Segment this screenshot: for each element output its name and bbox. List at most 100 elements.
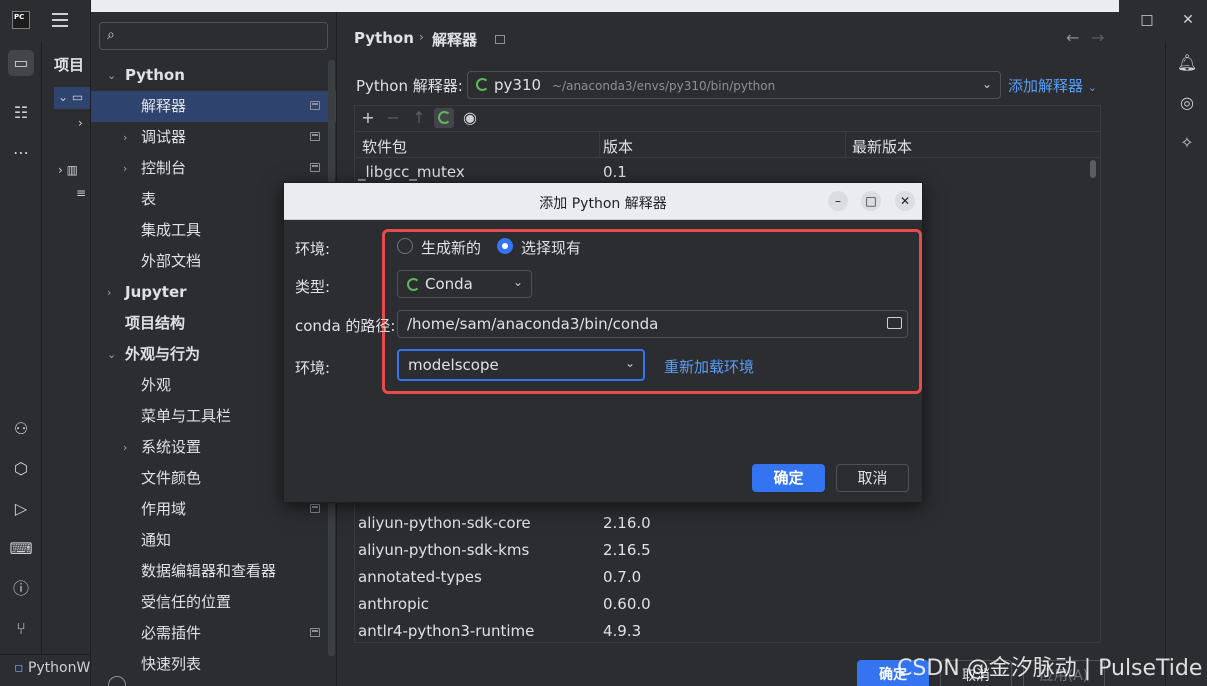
- more-tools-icon[interactable]: ⋯: [8, 140, 34, 166]
- chevron-right-icon[interactable]: ›: [123, 122, 135, 153]
- chevron-down-icon[interactable]: ⌄: [107, 60, 119, 91]
- back-arrow-icon[interactable]: ←: [1066, 28, 1079, 47]
- scratches-icon[interactable]: ≡: [76, 186, 86, 200]
- interpreter-name: py310: [494, 76, 542, 94]
- maximize-icon[interactable]: □: [1137, 10, 1157, 30]
- add-package-icon[interactable]: +: [358, 108, 378, 128]
- nav-item[interactable]: 必需插件: [91, 618, 336, 649]
- nav-item-label: Jupyter: [125, 283, 187, 301]
- conda-spinner-icon: [407, 278, 420, 291]
- python-packages-icon[interactable]: ⬡: [8, 456, 34, 482]
- ai-assistant-icon[interactable]: ◎: [1174, 90, 1200, 116]
- package-name-cell[interactable]: antlr4-python3-runtime: [358, 622, 534, 640]
- nav-item-label: 外观与行为: [125, 345, 201, 363]
- nav-item[interactable]: 通知: [91, 525, 336, 556]
- show-early-releases-eye-icon[interactable]: ◉: [460, 108, 480, 128]
- plugin-icon[interactable]: ✧: [1174, 130, 1200, 156]
- status-project-name[interactable]: PythonW: [28, 660, 90, 676]
- settings-title-bar: [91, 0, 1119, 12]
- nav-item-label: 外观: [141, 376, 172, 394]
- package-version-cell[interactable]: 2.16.5: [603, 541, 651, 559]
- close-icon[interactable]: ✕: [1178, 10, 1198, 30]
- chevron-right-icon[interactable]: ›: [123, 153, 135, 184]
- close-icon[interactable]: ✕: [895, 191, 915, 211]
- interpreter-label: Python 解释器:: [356, 77, 463, 95]
- refresh-spinner-icon[interactable]: [434, 108, 454, 128]
- radio-select-existing-label[interactable]: 选择现有: [521, 237, 581, 258]
- python-console-icon[interactable]: ⚇: [8, 416, 34, 442]
- column-header-latest-version[interactable]: 最新版本: [852, 136, 912, 157]
- nav-item[interactable]: 解释器: [91, 91, 336, 122]
- package-version-cell[interactable]: 2.16.0: [603, 514, 651, 532]
- type-select[interactable]: Conda ⌄: [397, 270, 532, 298]
- package-name-cell[interactable]: aliyun-python-sdk-core: [358, 514, 531, 532]
- add-interpreter-link[interactable]: 添加解释器 ⌄: [1008, 75, 1097, 96]
- tree-chevron-right-icon[interactable]: ›: [78, 116, 83, 130]
- conda-spinner-icon: [476, 78, 489, 91]
- package-version-cell[interactable]: 0.60.0: [603, 595, 651, 613]
- main-menu-icon[interactable]: [52, 13, 68, 27]
- nav-item[interactable]: 数据编辑器和查看器: [91, 556, 336, 587]
- column-divider[interactable]: [845, 132, 846, 158]
- project-folder-icon[interactable]: ▭: [8, 50, 34, 76]
- nav-item[interactable]: ⌄ Python: [91, 60, 336, 91]
- package-version-cell[interactable]: 0.1: [603, 163, 627, 181]
- remove-package-icon[interactable]: −: [383, 108, 403, 128]
- conda-path-field[interactable]: /home/sam/anaconda3/bin/conda: [397, 310, 908, 338]
- package-name-cell[interactable]: _libgcc_mutex: [358, 163, 465, 181]
- packages-table-header: 软件包 版本 最新版本: [355, 132, 1100, 158]
- dialog-ok-button[interactable]: 确定: [752, 464, 825, 492]
- settings-search-input[interactable]: ⌕: [99, 22, 328, 50]
- nav-item-label: 菜单与工具栏: [141, 407, 232, 425]
- pycharm-logo-icon: PC: [12, 11, 30, 29]
- watermark-text: CSDN @金汐脉动 | PulseTide: [897, 656, 1203, 681]
- problems-icon[interactable]: ⓘ: [8, 576, 34, 602]
- notifications-icon[interactable]: 🔔︎: [1174, 50, 1200, 76]
- forward-arrow-icon[interactable]: →: [1091, 28, 1104, 47]
- nav-item-label: 通知: [141, 531, 172, 549]
- column-divider[interactable]: [599, 132, 600, 158]
- minimize-icon[interactable]: –: [828, 191, 848, 211]
- chevron-right-icon[interactable]: ›: [107, 277, 119, 308]
- external-libraries-icon[interactable]: › ▥: [58, 163, 78, 177]
- chevron-right-icon[interactable]: ›: [123, 432, 135, 463]
- nav-item-label: 控制台: [141, 159, 187, 177]
- package-name-cell[interactable]: annotated-types: [358, 568, 482, 586]
- structure-icon[interactable]: ☷: [8, 100, 34, 126]
- nav-item-label: 数据编辑器和查看器: [141, 562, 277, 580]
- project-panel: [42, 42, 92, 686]
- nav-item-label: 文件颜色: [141, 469, 202, 487]
- environment-value: modelscope: [408, 356, 499, 374]
- package-name-cell[interactable]: aliyun-python-sdk-kms: [358, 541, 529, 559]
- maximize-icon[interactable]: □: [861, 191, 881, 211]
- nav-item[interactable]: 受信任的位置: [91, 587, 336, 618]
- radio-generate-new[interactable]: [397, 238, 413, 254]
- services-icon[interactable]: ▷: [8, 496, 34, 522]
- folder-icon[interactable]: [887, 317, 902, 329]
- environment-select[interactable]: modelscope ⌄: [397, 349, 645, 381]
- package-version-cell[interactable]: 0.7.0: [603, 568, 641, 586]
- nav-item-label: 外部文档: [141, 252, 202, 270]
- search-icon: ⌕: [107, 27, 115, 43]
- radio-generate-new-label[interactable]: 生成新的: [421, 237, 481, 258]
- radio-select-existing[interactable]: [497, 238, 513, 254]
- upgrade-package-icon[interactable]: ↑: [409, 108, 429, 128]
- package-name-cell[interactable]: anthropic: [358, 595, 429, 613]
- nav-item-label: 项目结构: [125, 314, 186, 332]
- dialog-title-bar: 添加 Python 解释器 – □ ✕: [284, 183, 922, 220]
- package-version-cell[interactable]: 4.9.3: [603, 622, 641, 640]
- interpreter-select[interactable]: py310 ~/anaconda3/envs/py310/bin/python …: [467, 71, 1001, 99]
- column-header-package[interactable]: 软件包: [362, 136, 407, 157]
- table-scrollbar[interactable]: [1090, 160, 1096, 178]
- tree-chevron-down-icon[interactable]: ⌄ ▭: [58, 90, 83, 104]
- dialog-cancel-button[interactable]: 取消: [836, 464, 909, 492]
- packages-toolbar: + − ↑ ◉: [354, 105, 1101, 131]
- nav-item[interactable]: › 调试器: [91, 122, 336, 153]
- reload-environments-link[interactable]: 重新加载环境: [664, 356, 754, 377]
- git-branch-icon[interactable]: ⑂: [8, 616, 34, 642]
- chevron-down-icon[interactable]: ⌄: [107, 339, 119, 370]
- nav-item[interactable]: 快速列表: [91, 649, 336, 680]
- terminal-icon[interactable]: ⌨: [8, 536, 34, 562]
- column-header-version[interactable]: 版本: [603, 136, 633, 157]
- nav-item[interactable]: › 控制台: [91, 153, 336, 184]
